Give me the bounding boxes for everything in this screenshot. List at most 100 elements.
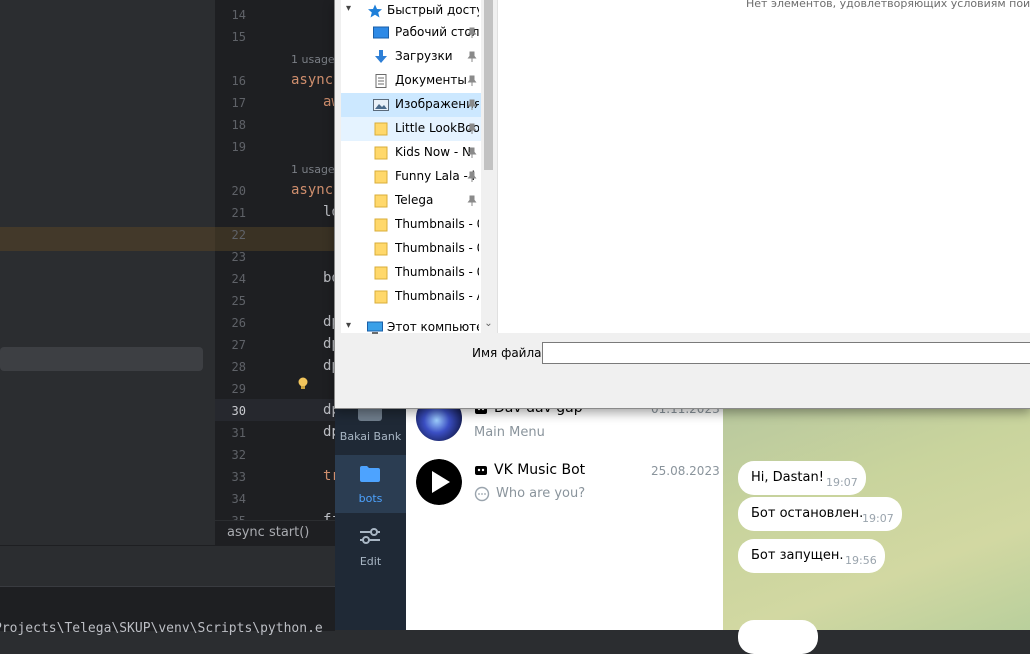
rail-label-edit[interactable]: Edit	[335, 555, 406, 568]
line-number: 14	[231, 8, 246, 22]
message-time: 19:07	[862, 512, 894, 525]
pin-icon[interactable]	[467, 75, 477, 87]
nav-item-folder[interactable]: Thumbnails - 01	[341, 213, 481, 237]
computer-icon	[367, 321, 383, 334]
ide-highlight-row	[0, 227, 215, 251]
line-number: 17	[231, 96, 246, 110]
nav-label: Thumbnails - 02	[395, 241, 479, 255]
filename-input[interactable]	[542, 342, 1030, 364]
nav-label: Быстрый доступ	[387, 3, 479, 17]
line-number: 19	[231, 140, 246, 154]
line-number: 20	[231, 184, 246, 198]
folder-icon	[374, 170, 388, 184]
terminal-line: Projects\Telega\SKUP\venv\Scripts\python…	[0, 621, 323, 636]
nav-quick-access[interactable]: ▾ Быстрый доступ	[341, 0, 481, 22]
nav-item-folder[interactable]: Kids Now - N	[341, 141, 481, 165]
ide-project-panel	[0, 0, 215, 545]
star-icon	[368, 4, 382, 18]
ide-selected-item[interactable]	[0, 347, 203, 371]
chat-date: 25.08.2023	[651, 464, 720, 478]
line-number: 33	[231, 470, 246, 484]
pin-icon[interactable]	[467, 171, 477, 183]
message-bubble[interactable]: Бот остановлен. 19:07	[738, 497, 902, 531]
nav-label: Этот компьютер	[387, 320, 479, 334]
folder-icon	[360, 466, 380, 482]
message-time: 19:56	[845, 554, 877, 567]
message-bubble[interactable]: Бот запущен. 19:56	[738, 539, 885, 573]
lightbulb-icon[interactable]	[297, 377, 309, 391]
pin-icon[interactable]	[467, 27, 477, 39]
breadcrumb-label: async start()	[227, 525, 310, 540]
folder-icon	[374, 290, 388, 304]
rail-label-bank[interactable]: Bakai Bank	[335, 430, 406, 443]
speech-bubble-icon	[474, 486, 490, 502]
chat-preview: Who are you?	[496, 486, 586, 501]
downloads-icon	[375, 50, 387, 63]
nav-item-folder[interactable]: Thumbnails - A0	[341, 285, 481, 309]
nav-item-desktop[interactable]: Рабочий стол	[341, 21, 481, 45]
play-avatar-icon	[416, 459, 462, 505]
folder-icon	[374, 218, 388, 232]
scroll-down-arrow-icon[interactable]: ⌄	[483, 318, 494, 329]
ide-breadcrumb[interactable]: async start()	[215, 520, 335, 546]
usage-hint[interactable]: 1 usage	[291, 163, 335, 176]
line-number: 34	[231, 492, 246, 506]
nav-item-downloads[interactable]: Загрузки	[341, 45, 481, 69]
nav-item-folder[interactable]: Little LookBook	[341, 117, 481, 141]
ide-terminal[interactable]: Projects\Telega\SKUP\venv\Scripts\python…	[0, 586, 335, 636]
message-bubble[interactable]: Hi, Dastan! 19:07	[738, 461, 866, 495]
nav-item-folder[interactable]: Funny Lala - l	[341, 165, 481, 189]
pictures-icon	[373, 99, 389, 111]
nav-this-pc[interactable]: ▾ Этот компьютер	[341, 317, 481, 339]
line-number: 25	[231, 294, 246, 308]
nav-scrollbar-thumb[interactable]	[484, 0, 493, 170]
usage-hint[interactable]: 1 usage	[291, 53, 335, 66]
pin-icon[interactable]	[467, 195, 477, 207]
folder-icon	[374, 194, 388, 208]
line-number: 18	[231, 118, 246, 132]
pin-icon[interactable]	[467, 99, 477, 111]
line-number: 22	[231, 228, 246, 242]
nav-label: Thumbnails - A0	[395, 289, 479, 303]
empty-message: Нет элементов, удовлетворяющих условиям …	[746, 0, 1030, 10]
chat-preview: Main Menu	[474, 425, 545, 440]
nav-label: Thumbnails - 05	[395, 265, 479, 279]
documents-icon	[375, 74, 387, 88]
pin-icon[interactable]	[467, 123, 477, 135]
bot-icon	[475, 466, 487, 475]
file-list-pane[interactable]	[497, 0, 1030, 333]
edit-sliders-icon[interactable]	[358, 527, 382, 545]
nav-label: Thumbnails - 01	[395, 217, 479, 231]
pin-icon[interactable]	[467, 147, 477, 159]
desktop-icon	[373, 26, 389, 39]
code-keyword: async	[291, 72, 334, 88]
nav-item-folder[interactable]: Telega	[341, 189, 481, 213]
nav-item-folder[interactable]: Thumbnails - 05	[341, 261, 481, 285]
filename-label: Имя файла:	[472, 346, 546, 360]
chat-item[interactable]: VK Music Bot 25.08.2023 Who are you?	[406, 455, 723, 513]
chevron-down-icon[interactable]: ▾	[346, 3, 351, 14]
line-number: 28	[231, 360, 246, 374]
line-number: 27	[231, 338, 246, 352]
line-number: 23	[231, 250, 246, 264]
folder-icon	[374, 242, 388, 256]
message-bubble[interactable]	[738, 620, 818, 654]
line-number: 15	[231, 30, 246, 44]
message-text: Hi, Dastan!	[751, 470, 824, 485]
message-text: Бот запущен.	[751, 548, 844, 563]
nav-item-pictures[interactable]: Изображения	[341, 93, 481, 117]
line-number: 26	[231, 316, 246, 330]
rail-label-bots: bots	[358, 492, 383, 505]
folder-icon	[374, 266, 388, 280]
chevron-down-icon[interactable]: ▾	[346, 320, 351, 331]
line-number: 16	[231, 74, 246, 88]
line-number: 32	[231, 448, 246, 462]
line-number-current: 30	[231, 404, 246, 418]
message-time: 19:07	[826, 476, 858, 489]
nav-item-documents[interactable]: Документы	[341, 69, 481, 93]
line-number: 29	[231, 382, 246, 396]
nav-item-folder[interactable]: Thumbnails - 02	[341, 237, 481, 261]
folder-icon	[374, 122, 388, 136]
pin-icon[interactable]	[467, 51, 477, 63]
line-number: 24	[231, 272, 246, 286]
